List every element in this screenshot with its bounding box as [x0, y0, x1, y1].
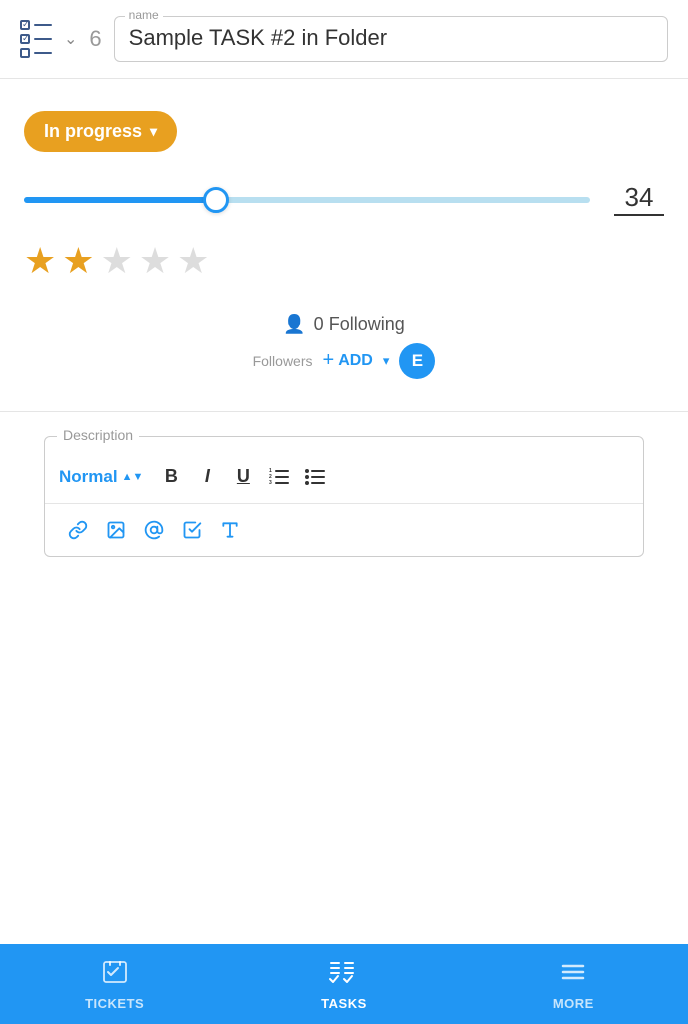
mid-divider — [0, 411, 688, 412]
nav-item-tickets[interactable]: TICKETS — [75, 958, 155, 1011]
editor-toolbar-row2 — [45, 504, 643, 556]
followers-label: Followers — [253, 353, 313, 369]
tickets-icon — [100, 958, 130, 990]
status-section: In progress ▾ — [0, 83, 688, 172]
checkbox-3 — [20, 48, 30, 58]
nav-item-tasks[interactable]: TASKS — [304, 958, 384, 1011]
top-divider — [0, 78, 688, 79]
slider-fill — [24, 197, 216, 203]
status-label: In progress — [44, 121, 142, 142]
description-section: Description Normal ▲▼ B I U — [44, 436, 644, 557]
mention-icon[interactable] — [135, 512, 173, 548]
add-label: ADD — [338, 352, 373, 370]
task-name-field[interactable]: name — [114, 16, 668, 62]
progress-slider-container[interactable] — [24, 193, 590, 207]
slider-track — [24, 197, 590, 203]
tickets-label: TICKETS — [85, 996, 144, 1011]
followers-section: 👤 0 Following Followers + ADD ▾ E — [0, 306, 688, 407]
description-wrapper: Description Normal ▲▼ B I U — [0, 416, 688, 573]
bottom-nav: TICKETS TASKS MORE — [0, 944, 688, 1024]
progress-number: 34 — [625, 184, 654, 210]
task-number: 6 — [89, 26, 101, 52]
link-icon[interactable] — [59, 512, 97, 548]
task-name-input[interactable] — [129, 25, 653, 51]
progress-section: 34 — [0, 172, 688, 232]
nav-item-more[interactable]: MORE — [533, 958, 613, 1011]
italic-button[interactable]: I — [189, 459, 225, 495]
status-chevron: ▾ — [150, 123, 157, 140]
progress-value-display: 34 — [614, 184, 664, 216]
checklist-icon[interactable] — [173, 512, 211, 548]
star-4[interactable]: ★ — [139, 240, 171, 282]
following-count: 0 Following — [314, 314, 405, 335]
followers-chevron-icon[interactable]: ▾ — [383, 353, 390, 369]
text-style-select[interactable]: Normal ▲▼ — [59, 467, 143, 487]
checkbox-1 — [20, 20, 30, 30]
checkbox-2 — [20, 34, 30, 44]
ordered-list-icon: 1 2 3 — [268, 467, 290, 487]
bold-button[interactable]: B — [153, 459, 189, 495]
avatar[interactable]: E — [399, 343, 435, 379]
bar-3 — [34, 52, 52, 54]
more-icon — [558, 958, 588, 990]
svg-text:3: 3 — [269, 480, 272, 486]
bar-1 — [34, 24, 52, 26]
following-person-icon: 👤 — [283, 314, 305, 335]
name-field-label: name — [125, 8, 163, 22]
unordered-list-button[interactable] — [297, 459, 333, 495]
more-label: MORE — [553, 996, 594, 1011]
unordered-list-icon — [304, 467, 326, 487]
add-follower-button[interactable]: + ADD — [323, 349, 373, 372]
ordered-list-button[interactable]: 1 2 3 — [261, 459, 297, 495]
slider-thumb[interactable] — [203, 187, 229, 213]
followers-label-row: Followers + ADD ▾ E — [24, 343, 664, 379]
collapse-chevron[interactable]: ⌄ — [64, 29, 77, 49]
progress-underline — [614, 214, 664, 216]
add-plus-icon: + — [323, 349, 335, 372]
style-chevron-icon: ▲▼ — [122, 471, 144, 483]
status-button[interactable]: In progress ▾ — [24, 111, 177, 152]
following-row: 👤 0 Following — [24, 314, 664, 335]
stars-section: ★ ★ ★ ★ ★ — [0, 232, 688, 306]
text-style-label: Normal — [59, 467, 118, 487]
star-2[interactable]: ★ — [62, 240, 94, 282]
font-size-icon[interactable] — [211, 512, 249, 548]
tasks-label: TASKS — [321, 996, 367, 1011]
editor-toolbar: Normal ▲▼ B I U 1 — [45, 451, 643, 504]
underline-button[interactable]: U — [225, 459, 261, 495]
top-bar: ⌄ 6 name — [0, 0, 688, 74]
bar-2 — [34, 38, 52, 40]
star-1[interactable]: ★ — [24, 240, 56, 282]
description-legend: Description — [57, 427, 139, 443]
star-3[interactable]: ★ — [101, 240, 133, 282]
tasks-icon — [328, 958, 360, 990]
star-5[interactable]: ★ — [177, 240, 209, 282]
task-list-icon[interactable] — [20, 20, 52, 58]
image-icon[interactable] — [97, 512, 135, 548]
